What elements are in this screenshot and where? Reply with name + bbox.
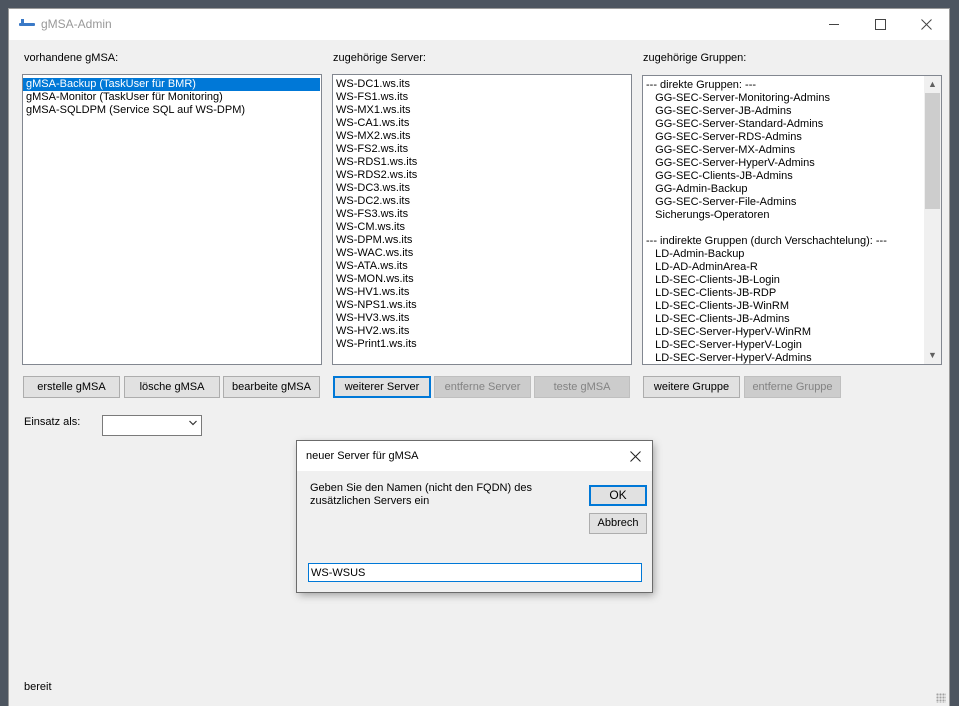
close-button[interactable]: [903, 9, 949, 40]
list-item[interactable]: WS-DC3.ws.its: [333, 182, 631, 195]
remove-server-button[interactable]: entferne Server: [434, 376, 531, 398]
einsatz-label: Einsatz als:: [24, 416, 81, 428]
list-item[interactable]: --- direkte Gruppen: ---: [643, 79, 941, 92]
dialog-title-bar[interactable]: neuer Server für gMSA: [297, 441, 652, 471]
list-item[interactable]: WS-WAC.ws.its: [333, 247, 631, 260]
list-item[interactable]: WS-HV1.ws.its: [333, 286, 631, 299]
add-server-button[interactable]: weiterer Server: [333, 376, 431, 398]
list-item[interactable]: GG-SEC-Server-Standard-Admins: [643, 118, 941, 131]
minimize-button[interactable]: [811, 9, 857, 40]
list-item[interactable]: gMSA-SQLDPM (Service SQL auf WS-DPM): [23, 104, 321, 117]
server-list-label: zugehörige Server:: [333, 52, 426, 64]
maximize-icon: [874, 19, 886, 30]
list-item[interactable]: LD-SEC-Clients-JB-Admins: [643, 313, 941, 326]
list-item[interactable]: GG-SEC-Server-RDS-Admins: [643, 131, 941, 144]
title-bar[interactable]: gMSA-Admin: [9, 9, 949, 40]
dialog-close-button[interactable]: [618, 441, 652, 471]
close-icon: [920, 19, 932, 30]
list-item[interactable]: WS-Print1.ws.its: [333, 338, 631, 351]
maximize-button[interactable]: [857, 9, 903, 40]
list-item[interactable]: WS-DPM.ws.its: [333, 234, 631, 247]
list-item[interactable]: WS-MX1.ws.its: [333, 104, 631, 117]
remove-group-button[interactable]: entferne Gruppe: [744, 376, 841, 398]
test-gmsa-button[interactable]: teste gMSA: [534, 376, 630, 398]
add-group-button[interactable]: weitere Gruppe: [643, 376, 740, 398]
group-listbox[interactable]: --- direkte Gruppen: --- GG-SEC-Server-M…: [642, 75, 942, 365]
list-item[interactable]: Sicherungs-Operatoren: [643, 209, 941, 222]
scroll-down-icon[interactable]: ▼: [924, 347, 941, 364]
group-scrollbar[interactable]: ▲ ▼: [924, 76, 941, 364]
list-item[interactable]: WS-FS1.ws.its: [333, 91, 631, 104]
list-item[interactable]: GG-SEC-Server-Monitoring-Admins: [643, 92, 941, 105]
list-item[interactable]: LD-SEC-Clients-JB-RDP: [643, 287, 941, 300]
list-item[interactable]: WS-ATA.ws.its: [333, 260, 631, 273]
new-server-dialog: neuer Server für gMSA Geben Sie den Name…: [297, 441, 652, 592]
list-item[interactable]: WS-DC2.ws.its: [333, 195, 631, 208]
cancel-button[interactable]: Abbrech: [589, 513, 647, 534]
list-item[interactable]: WS-RDS2.ws.its: [333, 169, 631, 182]
server-listbox[interactable]: WS-DC1.ws.its WS-FS1.ws.its WS-MX1.ws.its W…: [332, 74, 632, 365]
einsatz-dropdown[interactable]: [102, 415, 202, 436]
list-item[interactable]: GG-SEC-Server-File-Admins: [643, 196, 941, 209]
gmsa-listbox[interactable]: gMSA-Backup (TaskUser für BMR) gMSA-Monit…: [22, 74, 322, 365]
delete-gmsa-button[interactable]: lösche gMSA: [124, 376, 220, 398]
list-item[interactable]: --- indirekte Gruppen (durch Verschachte…: [643, 235, 941, 248]
list-item[interactable]: WS-CA1.ws.its: [333, 117, 631, 130]
list-item[interactable]: WS-MX2.ws.its: [333, 130, 631, 143]
group-list-label: zugehörige Gruppen:: [643, 52, 747, 64]
app-icon: [19, 19, 35, 29]
list-item[interactable]: GG-Admin-Backup: [643, 183, 941, 196]
list-item[interactable]: [643, 222, 941, 235]
list-item[interactable]: WS-CM.ws.its: [333, 221, 631, 234]
window-title: gMSA-Admin: [41, 17, 112, 31]
list-item[interactable]: gMSA-Monitor (TaskUser für Monitoring): [23, 91, 321, 104]
dialog-title: neuer Server für gMSA: [306, 450, 419, 462]
chevron-down-icon: [189, 420, 197, 426]
list-item[interactable]: WS-HV3.ws.its: [333, 312, 631, 325]
list-item[interactable]: LD-SEC-Server-HyperV-Login: [643, 339, 941, 352]
list-item[interactable]: WS-RDS1.ws.its: [333, 156, 631, 169]
status-text: bereit: [24, 681, 52, 693]
scroll-up-icon[interactable]: ▲: [924, 76, 941, 93]
list-item[interactable]: WS-FS3.ws.its: [333, 208, 631, 221]
edit-gmsa-button[interactable]: bearbeite gMSA: [223, 376, 320, 398]
list-item[interactable]: gMSA-Backup (TaskUser für BMR): [23, 78, 320, 91]
main-window: gMSA-Admin vorhandene gMSA: zugehörige S…: [9, 9, 949, 706]
list-item[interactable]: GG-SEC-Clients-JB-Admins: [643, 170, 941, 183]
list-item[interactable]: GG-SEC-Server-JB-Admins: [643, 105, 941, 118]
list-item[interactable]: LD-SEC-Server-HyperV-Admins: [643, 352, 941, 364]
gmsa-list-label: vorhandene gMSA:: [24, 52, 119, 64]
list-item[interactable]: LD-SEC-Server-HyperV-WinRM: [643, 326, 941, 339]
list-item[interactable]: LD-AD-AdminArea-R: [643, 261, 941, 274]
scroll-thumb[interactable]: [925, 93, 940, 209]
ok-button[interactable]: OK: [589, 485, 647, 506]
minimize-icon: [829, 24, 839, 25]
resize-grip[interactable]: [936, 693, 946, 703]
list-item[interactable]: WS-MON.ws.its: [333, 273, 631, 286]
list-item[interactable]: LD-SEC-Clients-JB-Login: [643, 274, 941, 287]
close-icon: [629, 450, 641, 462]
list-item[interactable]: GG-SEC-Server-MX-Admins: [643, 144, 941, 157]
create-gmsa-button[interactable]: erstelle gMSA: [23, 376, 120, 398]
list-item[interactable]: WS-HV2.ws.its: [333, 325, 631, 338]
list-item[interactable]: LD-Admin-Backup: [643, 248, 941, 261]
server-name-input[interactable]: [308, 563, 642, 582]
list-item[interactable]: WS-FS2.ws.its: [333, 143, 631, 156]
list-item[interactable]: WS-NPS1.ws.its: [333, 299, 631, 312]
list-item[interactable]: LD-SEC-Clients-JB-WinRM: [643, 300, 941, 313]
list-item[interactable]: WS-DC1.ws.its: [333, 78, 631, 91]
list-item[interactable]: GG-SEC-Server-HyperV-Admins: [643, 157, 941, 170]
dialog-message: Geben Sie den Namen (nicht den FQDN) des…: [310, 482, 532, 507]
